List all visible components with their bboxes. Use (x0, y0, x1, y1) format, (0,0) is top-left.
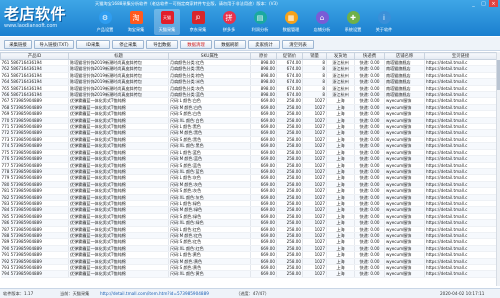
column-header[interactable]: 销量 (302, 52, 327, 60)
nav-item-label: 天猫采集 (158, 27, 176, 32)
table-cell: 669.00 (250, 270, 277, 278)
nav-item-label: 数据管理 (282, 27, 300, 32)
table-cell: 1027 (302, 270, 327, 278)
app-logo: 老店软件 www.laodiansoft.com (4, 3, 84, 33)
nav-item-0[interactable]: ⚙ 产品设置 (92, 9, 118, 35)
table-cell: https://detail.tmall.c (424, 270, 496, 278)
toolbar-button-1[interactable]: 导入链接(TXT) (34, 40, 74, 49)
status-version: 软件版本：1.17 (3, 291, 34, 296)
nav-item-label: 拼多多 (222, 27, 236, 32)
status-link[interactable]: http://detail.tmall.com/item.htm?id=5739… (100, 291, 209, 296)
table-cell: 优弹雾霾蓝一体化男式T恤纯棉 (68, 270, 169, 278)
toolbar-button-8[interactable]: 清空列表 (282, 40, 314, 49)
nav-item-1[interactable]: 淘淘宝采集 (123, 9, 149, 35)
table-row[interactable]: 794 573985904889 优弹雾霾蓝一体化男式T恤纯棉 尺码:XL 颜色:黄… (0, 270, 496, 278)
product-table: 产品ID 标题 SKU属性 原价 促销价 销量 发货地 快递费 店铺名称 宝贝链接 761 586… (0, 52, 496, 286)
store-icon: ⌂ (315, 11, 329, 24)
nav-item-label: 系统设置 (344, 27, 362, 32)
column-header[interactable]: 店铺名称 (384, 52, 425, 60)
nav-item-label: 淘宝采集 (127, 27, 145, 32)
status-bar: 软件版本：1.17 当前：天猫采集 http://detail.tmall.co… (0, 288, 500, 298)
nav-item-2[interactable]: 天猫 天猫采集 (154, 9, 180, 35)
brand-name: 老店软件 (4, 5, 67, 23)
gear-icon: ⚙ (98, 11, 112, 24)
table-cell: wyecum服饰 (384, 270, 425, 278)
column-header[interactable]: 宝贝链接 (424, 52, 496, 60)
close-button[interactable]: × (489, 0, 498, 7)
main-nav: ⚙ 产品设置淘淘宝采集 天猫 天猫采集 JD 京东采集拼拼多多 ▤ 利润分析 ▦ 数据管理 ⌂ 店铺分… (92, 9, 397, 35)
table-cell: 上海 (326, 270, 355, 278)
column-header[interactable]: 发货地 (326, 52, 355, 60)
column-header[interactable]: 快递费 (354, 52, 385, 60)
window-title: 天猫淘宝1688采集分析软件（老店软件－可指定商家转件专业版，请勿用于非法用途）… (95, 1, 278, 6)
nav-item-4[interactable]: 拼拼多多 (216, 9, 242, 35)
toolbar-button-0[interactable]: 采集链接 (4, 40, 32, 49)
minimize-button[interactable]: _ (469, 0, 478, 7)
nav-item-9[interactable]: i 关于软件 (371, 9, 397, 35)
database-icon: ▦ (284, 11, 298, 24)
nav-item-3[interactable]: JD 京东采集 (185, 9, 211, 35)
status-progress: （进度：47/47） (236, 291, 270, 296)
toolbar-button-6[interactable]: 数据刷新 (214, 40, 246, 49)
settings-icon: ✚ (346, 11, 360, 24)
table-cell: 258.00 (276, 270, 303, 278)
nav-item-6[interactable]: ▦ 数据管理 (278, 9, 304, 35)
jd-icon: JD (191, 11, 205, 24)
status-datetime: 2020-04-02 10:17:11 (440, 291, 485, 296)
status-current: 当前：天猫采集 (60, 291, 90, 296)
tmall-icon: 天猫 (160, 11, 174, 24)
chart-icon: ▤ (253, 11, 267, 24)
nav-item-7[interactable]: ⌂ 店铺分析 (309, 9, 335, 35)
table-header: 产品ID 标题 SKU属性 原价 促销价 销量 发货地 快递费 店铺名称 宝贝链接 (0, 52, 496, 60)
info-icon: i (377, 11, 391, 24)
app-header: 老店软件 www.laodiansoft.com 天猫淘宝1688采集分析软件（… (0, 0, 500, 36)
nav-item-label: 利润分析 (251, 27, 269, 32)
nav-item-8[interactable]: ✚ 系统设置 (340, 9, 366, 35)
maximize-button[interactable]: □ (479, 0, 488, 7)
nav-item-label: 店铺分析 (313, 27, 331, 32)
column-header[interactable]: 促销价 (276, 52, 303, 60)
table-cell: 快递: 0.00 (354, 270, 385, 278)
table-cell: 尺码:XL 颜色:黄色 (168, 270, 251, 278)
brand-website: www.laodiansoft.com (4, 23, 58, 29)
taobao-icon: 淘 (129, 11, 143, 24)
column-header[interactable]: 原价 (250, 52, 277, 60)
vertical-scrollbar[interactable] (496, 52, 500, 286)
table-cell: 794 573985904889 (0, 270, 69, 278)
toolbar: 采集链接 导入链接(TXT) ID采集 停止采集 导出数据 数据清理 数据刷新 卖家统计 清空列… (0, 37, 500, 51)
toolbar-button-4[interactable]: 导出数据 (146, 40, 178, 49)
toolbar-button-2[interactable]: ID采集 (76, 40, 110, 49)
pdd-icon: 拼 (222, 11, 236, 24)
toolbar-button-3[interactable]: 停止采集 (112, 40, 144, 49)
window-controls: _ □ × (469, 0, 498, 7)
nav-item-5[interactable]: ▤ 利润分析 (247, 9, 273, 35)
table-body: 761 586716436194 陈塔猫坦铃饰2019新潮时尚真皮斜挎包 月肩颜色分… (0, 59, 496, 278)
toolbar-button-7[interactable]: 卖家统计 (248, 40, 280, 49)
column-header[interactable]: 产品ID (0, 52, 69, 60)
column-header[interactable]: SKU属性 (168, 52, 251, 60)
nav-item-label: 京东采集 (189, 27, 207, 32)
column-header[interactable]: 标题 (68, 52, 169, 60)
toolbar-button-5[interactable]: 数据清理 (180, 40, 212, 49)
nav-item-label: 关于软件 (375, 27, 393, 32)
nav-item-label: 产品设置 (96, 27, 114, 32)
